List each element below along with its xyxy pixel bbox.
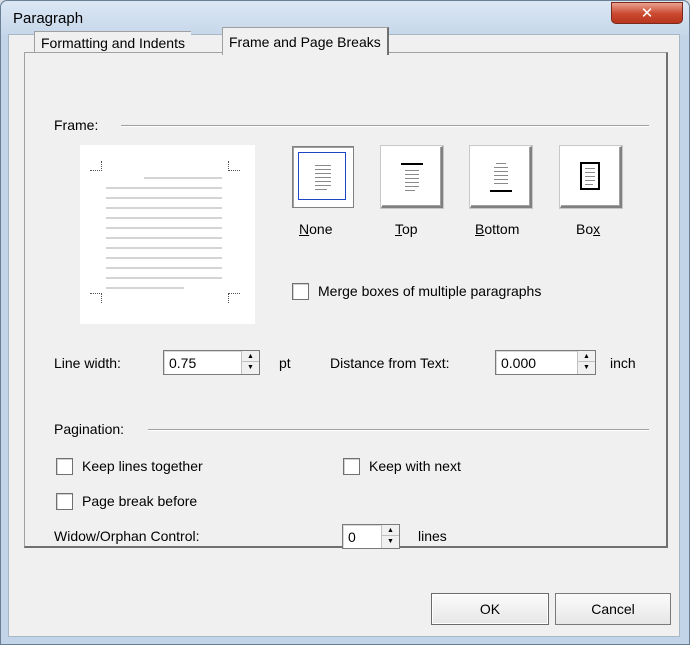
line-width-spin-arrows: ▲ ▼ (241, 351, 259, 374)
spin-down-icon[interactable]: ▼ (578, 362, 595, 373)
frame-group-label: Frame: (54, 117, 99, 133)
line-width-value: 0.75 (169, 355, 197, 371)
preview-corner-bl (90, 293, 102, 303)
keep-lines-together-checkbox[interactable] (56, 458, 73, 475)
spin-up-icon[interactable]: ▲ (382, 525, 399, 536)
widow-spin-arrows: ▲ ▼ (381, 525, 399, 548)
frame-none-button[interactable] (292, 146, 354, 208)
frame-box-icon (567, 153, 613, 199)
line-width-spinner[interactable]: 0.75 ▲ ▼ (163, 350, 260, 375)
ok-button-label: OK (479, 601, 501, 617)
keep-with-next-label: Keep with next (369, 458, 461, 474)
frame-bottom-icon (477, 153, 523, 199)
preview-line (106, 227, 222, 229)
preview-line (106, 257, 222, 259)
keep-with-next-checkbox[interactable] (343, 458, 360, 475)
preview-corner-tl (90, 161, 102, 171)
preview-line (106, 277, 222, 279)
preview-line (106, 247, 222, 249)
spin-up-icon[interactable]: ▲ (242, 351, 259, 362)
preview-line (106, 197, 222, 199)
widow-orphan-value: 0 (348, 529, 356, 545)
spin-up-icon[interactable]: ▲ (578, 351, 595, 362)
preview-line (106, 207, 222, 209)
page-break-before-checkbox[interactable] (56, 493, 73, 510)
distance-from-text-spinner[interactable]: 0.000 ▲ ▼ (495, 350, 596, 375)
frame-none-label: None (299, 221, 333, 237)
widow-orphan-label: Widow/Orphan Control: (54, 528, 200, 544)
merge-boxes-checkbox[interactable] (292, 283, 309, 300)
preview-line (106, 287, 184, 289)
distance-from-text-label: Distance from Text: (330, 355, 450, 371)
preview-corner-br (228, 293, 240, 303)
widow-orphan-unit: lines (418, 528, 447, 544)
line-width-unit: pt (279, 355, 291, 371)
pagination-group-label: Pagination: (54, 421, 125, 437)
keep-lines-together-label: Keep lines together (82, 458, 203, 474)
line-width-label: Line width: (54, 355, 121, 371)
merge-boxes-label: Merge boxes of multiple paragraphs (318, 283, 542, 299)
widow-orphan-spinner[interactable]: 0 ▲ ▼ (342, 524, 400, 549)
page-break-before-label: Page break before (82, 493, 198, 509)
preview-line (144, 177, 222, 179)
preview-line (106, 217, 222, 219)
cancel-button[interactable]: Cancel (555, 593, 671, 625)
preview-line (106, 267, 222, 269)
frame-bottom-label: Bottom (475, 221, 520, 237)
spin-down-icon[interactable]: ▼ (382, 536, 399, 547)
distance-spin-arrows: ▲ ▼ (577, 351, 595, 374)
preview-corner-tr (228, 161, 240, 171)
ok-button[interactable]: OK (431, 593, 549, 625)
spin-down-icon[interactable]: ▼ (242, 362, 259, 373)
distance-value: 0.000 (501, 355, 537, 371)
frame-top-label: Top (395, 221, 418, 237)
frame-box-button[interactable] (560, 146, 622, 208)
frame-bottom-button[interactable] (470, 146, 532, 208)
preview-line (106, 187, 222, 189)
frame-top-button[interactable] (381, 146, 443, 208)
frame-group-divider (121, 125, 649, 127)
frame-preview (80, 145, 255, 324)
cancel-button-label: Cancel (591, 601, 635, 617)
frame-top-icon (388, 153, 434, 199)
frame-box-label: Box (576, 221, 601, 237)
preview-line (106, 237, 222, 239)
distance-unit: inch (610, 355, 636, 371)
frame-none-icon (298, 152, 346, 200)
pagination-group-divider (148, 429, 649, 431)
